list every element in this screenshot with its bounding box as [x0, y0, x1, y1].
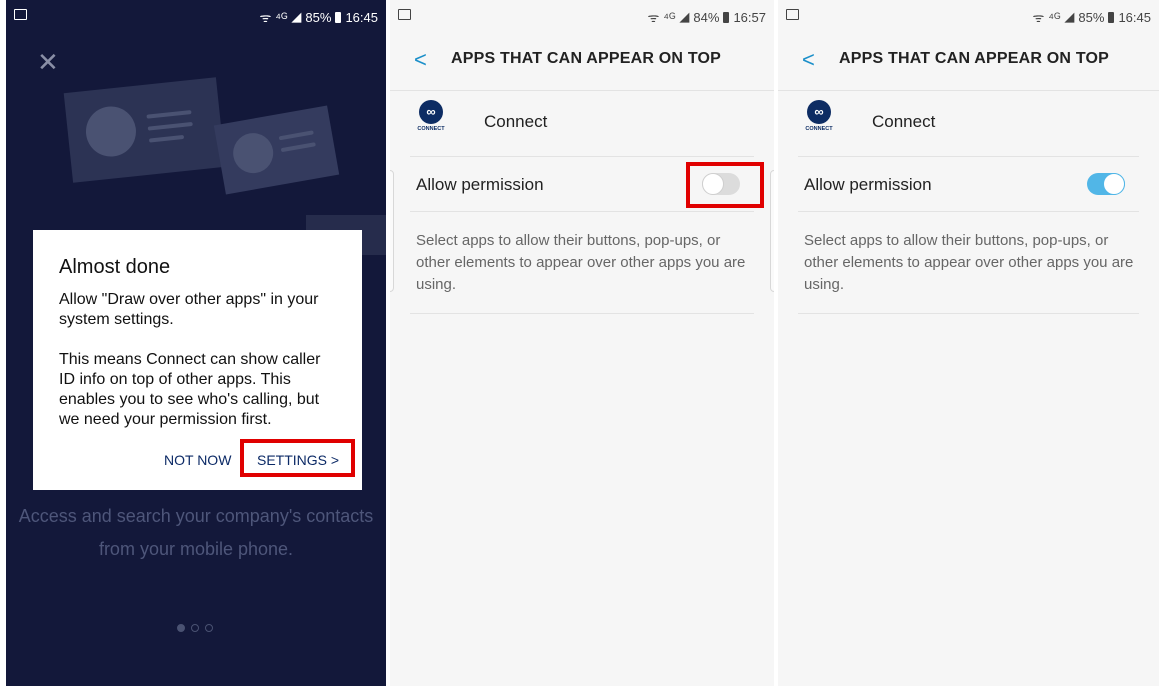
- signal-icon: ◢: [291, 9, 302, 24]
- toggle-highlight-box: [686, 162, 764, 208]
- settings-highlight-box: [240, 439, 355, 477]
- app-name: Connect: [872, 112, 936, 131]
- wifi-icon: ᯤ: [259, 10, 272, 25]
- gallery-notification-icon: [786, 9, 799, 20]
- status-bar: ᯤ ⁴ᴳ ◢ 85% 16:45: [778, 0, 1159, 30]
- divider: [798, 313, 1139, 314]
- app-bar: < APPS THAT CAN APPEAR ON TOP: [778, 28, 1159, 91]
- clock: 16:45: [1118, 9, 1151, 25]
- app-icon-label: CONNECT: [805, 126, 833, 132]
- allow-permission-label: Allow permission: [416, 175, 544, 194]
- onboarding-screen: ᯤ ⁴ᴳ ◢ 85% 16:45 ✕ Access and search you…: [6, 0, 386, 686]
- signal-icon: ◢: [679, 9, 690, 24]
- permission-dialog: Almost done Allow "Draw over other apps"…: [33, 230, 362, 490]
- battery-icon: [723, 11, 730, 23]
- allow-permission-label: Allow permission: [804, 175, 932, 194]
- page-dot: [205, 624, 213, 632]
- gallery-notification-icon: [14, 9, 27, 20]
- text-line: [148, 134, 185, 143]
- back-arrow-icon[interactable]: <: [414, 47, 427, 73]
- text-line: [147, 121, 193, 131]
- dialog-title: Almost done: [59, 256, 171, 278]
- app-bar: < APPS THAT CAN APPEAR ON TOP: [390, 28, 774, 91]
- page-indicator: [177, 624, 213, 632]
- connect-app-icon: ∞ CONNECT: [804, 100, 834, 136]
- network-type: ⁴ᴳ: [275, 9, 288, 25]
- not-now-button[interactable]: NOT NOW: [164, 452, 231, 468]
- battery-icon: [335, 11, 342, 23]
- allow-permission-row[interactable]: Allow permission: [798, 157, 1139, 212]
- app-name: Connect: [484, 112, 548, 131]
- signal-icon: ◢: [1064, 9, 1075, 24]
- status-bar: ᯤ ⁴ᴳ ◢ 84% 16:57: [390, 0, 774, 30]
- person-avatar-icon: [230, 129, 277, 177]
- settings-screen-off: ᯤ ⁴ᴳ ◢ 84% 16:57 < APPS THAT CAN APPEAR …: [390, 0, 774, 686]
- connect-app-icon: ∞ CONNECT: [416, 100, 446, 136]
- permission-description: Select apps to allow their buttons, pop-…: [416, 232, 746, 293]
- wifi-icon: ᯤ: [1032, 10, 1045, 25]
- back-arrow-icon[interactable]: <: [802, 47, 815, 73]
- allow-permission-toggle[interactable]: [1087, 173, 1125, 195]
- app-icon-label: CONNECT: [417, 126, 445, 132]
- person-avatar-icon: [83, 104, 139, 159]
- dialog-message: Allow "Draw over other apps" in your sys…: [59, 291, 321, 428]
- page-title: APPS THAT CAN APPEAR ON TOP: [839, 50, 1110, 67]
- onboarding-tagline: Access and search your company's contact…: [18, 506, 374, 559]
- gallery-notification-icon: [398, 9, 411, 20]
- settings-screen-on: ᯤ ⁴ᴳ ◢ 85% 16:45 < APPS THAT CAN APPEAR …: [778, 0, 1159, 686]
- page-title: APPS THAT CAN APPEAR ON TOP: [451, 50, 722, 67]
- permission-description: Select apps to allow their buttons, pop-…: [804, 232, 1134, 293]
- status-bar: ᯤ ⁴ᴳ ◢ 85% 16:45: [6, 0, 386, 30]
- divider: [410, 313, 754, 314]
- app-row: ∞ CONNECT Connect: [410, 92, 754, 157]
- network-type: ⁴ᴳ: [1048, 9, 1061, 25]
- clock: 16:45: [345, 9, 378, 25]
- edge-panel-handle[interactable]: [770, 170, 774, 292]
- battery-icon: [1108, 11, 1115, 23]
- app-row: ∞ CONNECT Connect: [798, 92, 1139, 157]
- page-dot: [191, 624, 199, 632]
- text-line: [280, 142, 316, 153]
- battery-percent: 84%: [693, 9, 720, 25]
- clock: 16:57: [733, 9, 766, 25]
- battery-percent: 85%: [305, 9, 332, 25]
- text-line: [278, 130, 314, 141]
- edge-panel-handle[interactable]: [390, 170, 394, 292]
- battery-percent: 85%: [1078, 9, 1105, 25]
- wifi-icon: ᯤ: [647, 10, 660, 25]
- page-dot-active: [177, 624, 185, 632]
- link-icon: ∞: [419, 100, 443, 124]
- contact-card-illustration: [63, 77, 226, 183]
- network-type: ⁴ᴳ: [663, 9, 676, 25]
- toggle-knob: [1103, 173, 1125, 195]
- contact-card-illustration: [213, 105, 340, 195]
- close-icon[interactable]: ✕: [37, 49, 59, 75]
- text-line: [146, 110, 192, 119]
- link-icon: ∞: [807, 100, 831, 124]
